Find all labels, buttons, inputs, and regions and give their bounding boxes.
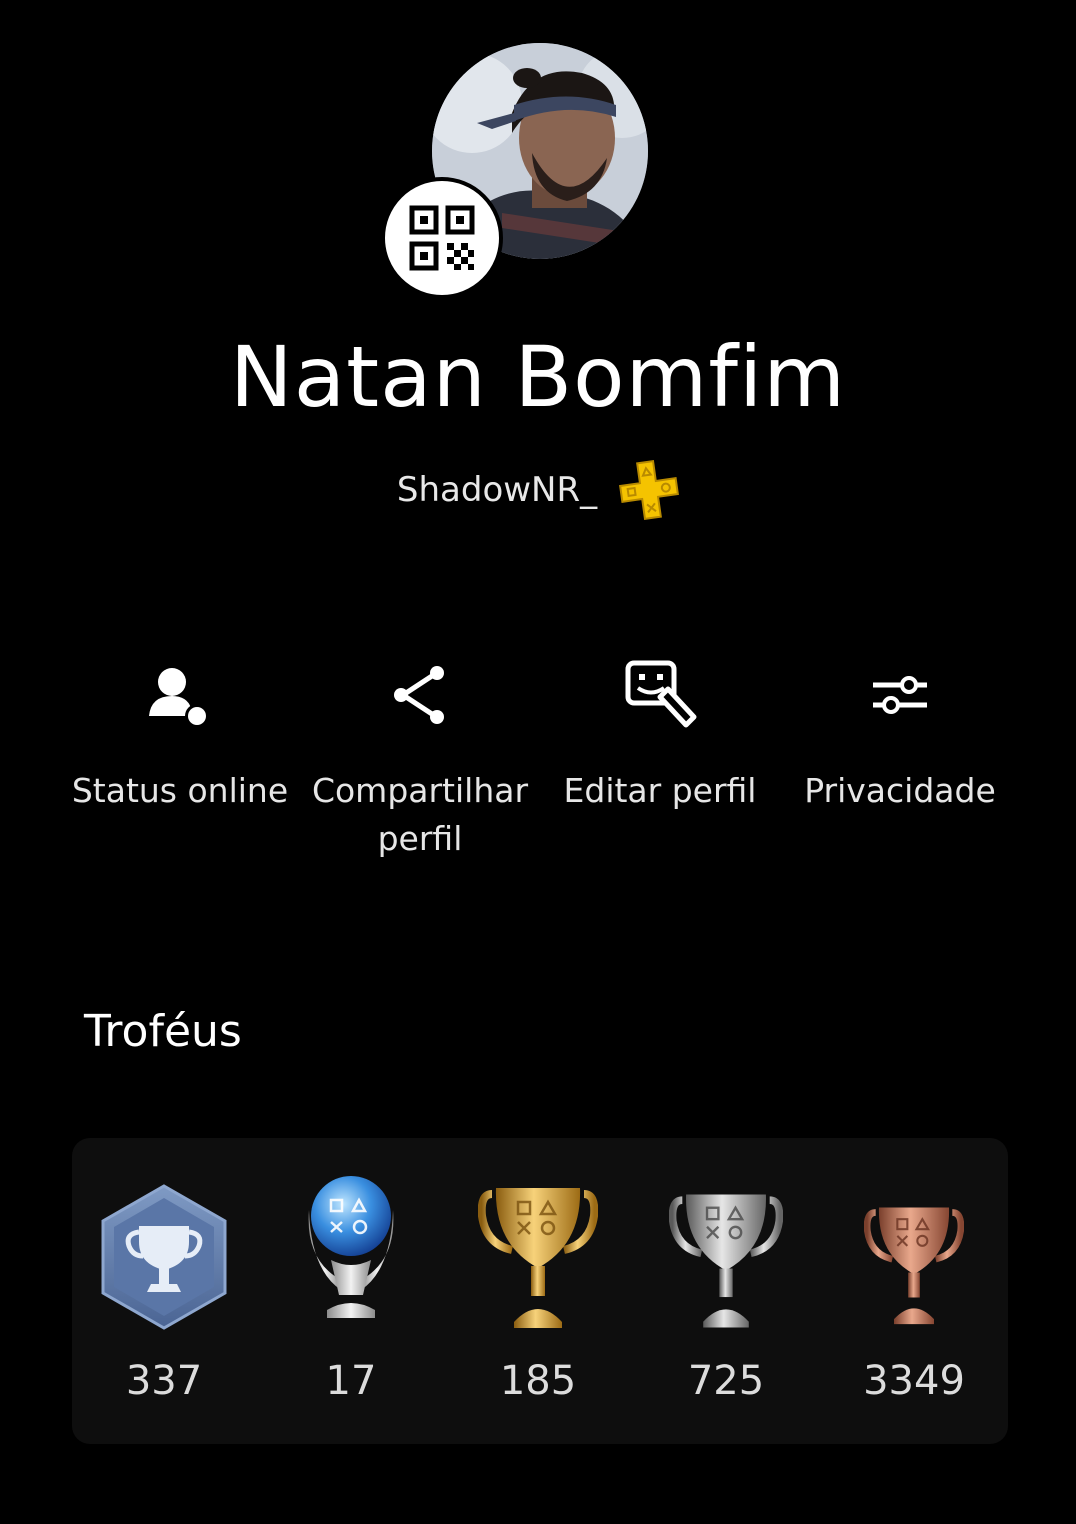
online-status-button[interactable]: Status online [60, 655, 300, 815]
trophy-gold: 185 [444, 1138, 632, 1404]
privacy-button[interactable]: Privacidade [780, 655, 1020, 815]
qr-code-icon [409, 205, 475, 271]
trophy-platinum-count: 17 [325, 1358, 377, 1404]
handle-row: ShadowNR_ [0, 460, 1076, 520]
trophies-title: Troféus [84, 1006, 242, 1057]
privacy-label: Privacidade [804, 771, 996, 810]
share-profile-label: Compartilhar perfil [311, 771, 529, 858]
share-profile-button[interactable]: Compartilhar perfil [300, 655, 540, 863]
privacy-sliders-icon [873, 676, 927, 714]
trophy-bronze: 3349 [820, 1138, 1008, 1404]
online-status-label: Status online [71, 771, 289, 810]
trophy-level-icon [101, 1184, 227, 1330]
trophy-level-count: 337 [125, 1358, 203, 1404]
gold-trophy-icon [478, 1188, 598, 1328]
trophy-silver: 725 [632, 1138, 820, 1404]
online-status-icon [149, 668, 209, 728]
edit-profile-button[interactable]: Editar perfil [540, 655, 780, 815]
trophy-platinum: 17 [257, 1138, 445, 1404]
platinum-trophy-icon [308, 1176, 394, 1318]
profile-name: Natan Bomfim [229, 328, 847, 426]
edit-profile-icon [625, 660, 697, 728]
ps-plus-icon [619, 460, 680, 520]
online-id: ShadowNR_ [396, 470, 598, 510]
qr-code-button[interactable] [381, 177, 503, 299]
trophy-gold-count: 185 [499, 1358, 577, 1404]
trophy-bronze-count: 3349 [863, 1358, 965, 1404]
profile-actions: Status online Compartilhar perfil Editar… [60, 655, 1020, 885]
profile-page: Natan Bomfim ShadowNR_ Status online Com… [0, 0, 1076, 1524]
trophy-silver-count: 725 [687, 1358, 765, 1404]
trophy-level: 337 [70, 1138, 258, 1404]
edit-profile-label: Editar perfil [563, 771, 757, 810]
share-icon [394, 666, 444, 724]
bronze-trophy-icon [864, 1207, 964, 1325]
trophy-summary-card[interactable]: 337 17 185 725 3349 [72, 1138, 1008, 1444]
silver-trophy-icon [669, 1194, 783, 1328]
